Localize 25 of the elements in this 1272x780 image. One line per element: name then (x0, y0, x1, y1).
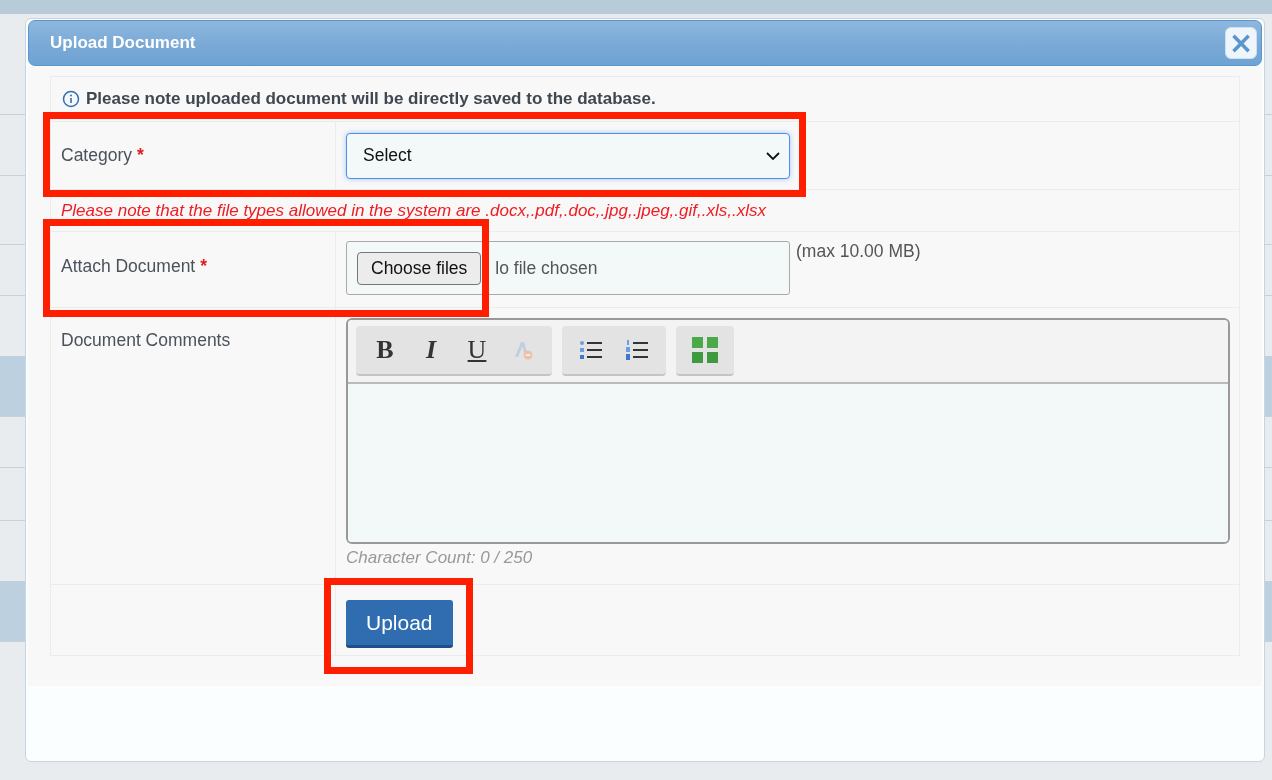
required-mark: * (137, 145, 144, 166)
character-count: Character Count: 0 / 250 (346, 548, 533, 568)
notice-text: Please note uploaded document will be directly saved to the database. (86, 89, 656, 109)
chevron-down-icon (765, 150, 781, 161)
file-input[interactable]: Choose files lo file chosen (346, 241, 790, 295)
numbered-list-icon (625, 339, 649, 361)
size-limit-text: (max 10.00 MB) (796, 241, 921, 262)
letter-a-minus-icon (512, 339, 534, 361)
upload-button[interactable]: Upload (346, 600, 453, 648)
dialog-title: Upload Document (50, 33, 196, 53)
file-types-note: Please note that the file types allowed in the system are .docx,.pdf,.doc,.jpg,.jpeg,.gif,.xls,.xlsx (60, 200, 766, 221)
file-status-text: lo file chosen (495, 257, 598, 279)
underline-button[interactable]: U (454, 335, 500, 365)
required-mark: * (200, 256, 208, 277)
field-label: Category (61, 145, 132, 166)
bullet-list-icon (579, 339, 603, 361)
field-label: Document Comments (61, 330, 231, 351)
info-icon (62, 90, 80, 108)
field-label: Attach Document (61, 256, 196, 277)
four-squares-icon (691, 336, 719, 364)
comment-field[interactable] (348, 384, 1228, 542)
choose-files-button[interactable]: Choose files (357, 251, 482, 285)
bold-button[interactable]: B (362, 335, 408, 365)
category-dropdown[interactable]: Select (346, 132, 790, 179)
italic-button[interactable]: I (408, 335, 454, 365)
